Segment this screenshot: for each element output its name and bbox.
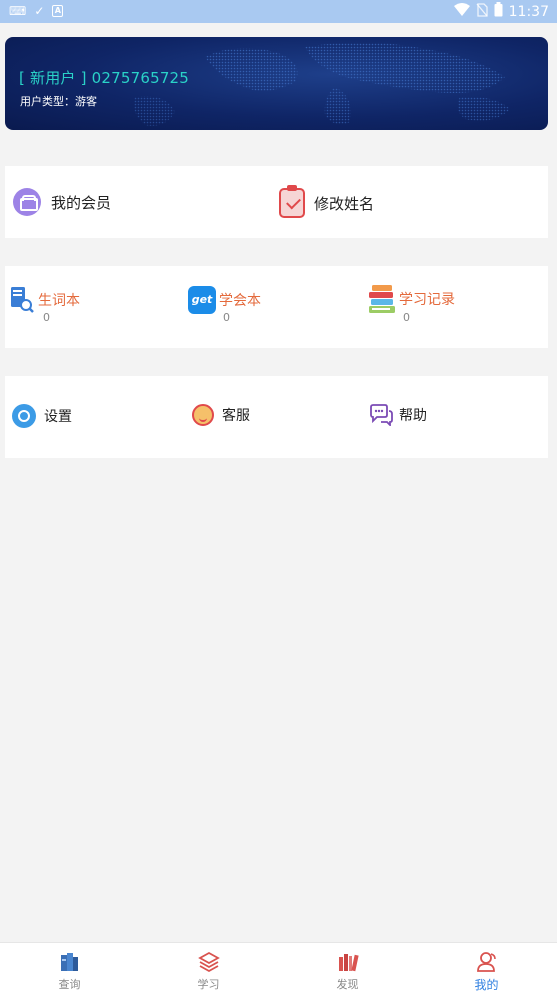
tab-mine-label: 我的 <box>474 978 499 992</box>
tab-study-label: 学习 <box>197 978 220 991</box>
settings-button[interactable]: 设置 <box>12 404 72 428</box>
vocabulary-book-count: 0 <box>43 311 50 324</box>
customer-service-button[interactable]: 客服 <box>192 404 250 426</box>
keyboard-icon: ⌨ <box>9 4 27 18</box>
study-record-label: 学习记录 <box>399 292 455 308</box>
learned-book-count: 0 <box>223 311 230 324</box>
my-membership-label: 我的会员 <box>51 193 112 212</box>
tab-search[interactable]: 查询 <box>0 943 139 995</box>
search-books-icon <box>59 951 81 973</box>
books-stack-icon <box>368 284 396 314</box>
clock: 11:37 <box>508 3 549 20</box>
membership-icon <box>13 188 41 216</box>
status-bar-notifications: ⌨ ✓ A <box>9 3 64 19</box>
rename-label: 修改姓名 <box>314 194 375 213</box>
chat-bubble-icon <box>368 404 394 428</box>
help-label: 帮助 <box>399 408 427 424</box>
user-type: 用户类型：游客 <box>20 93 97 109</box>
tab-search-label: 查询 <box>58 978 81 991</box>
profile-banner: [ 新用户 ] 0275765725 用户类型：游客 <box>5 37 548 130</box>
battery-icon <box>494 2 503 21</box>
user-id-label: [ 新用户 ] 0275765725 <box>19 69 190 87</box>
vocabulary-book-icon <box>10 286 34 314</box>
study-record-button[interactable]: 学习记录 <box>368 284 455 314</box>
wifi-icon <box>453 3 470 20</box>
get-icon: get <box>188 286 216 314</box>
no-sim-icon <box>476 2 488 21</box>
learned-book-label: 学会本 <box>219 293 261 309</box>
user-type-value: 游客 <box>75 95 97 108</box>
customer-service-label: 客服 <box>222 408 250 424</box>
help-button[interactable]: 帮助 <box>368 404 427 428</box>
study-record-count: 0 <box>403 311 410 324</box>
tab-discover-label: 发现 <box>336 978 359 991</box>
customer-service-icon <box>192 404 214 426</box>
settings-label: 设置 <box>44 409 72 425</box>
tab-mine[interactable]: 我的 <box>417 943 556 995</box>
rename-button[interactable]: 修改姓名 <box>279 185 375 218</box>
my-membership-button[interactable]: 我的会员 <box>13 188 111 216</box>
user-type-label: 用户类型： <box>20 95 75 108</box>
gear-icon <box>12 404 36 428</box>
account-card: 我的会员 修改姓名 <box>5 166 548 238</box>
layers-icon <box>197 951 220 973</box>
clipboard-check-icon <box>279 185 305 218</box>
user-icon <box>476 951 498 973</box>
status-bar-system: 11:37 <box>453 2 549 21</box>
learned-book-button[interactable]: get 学会本 <box>188 286 261 314</box>
misc-card: 设置 客服 帮助 <box>5 376 548 458</box>
vocabulary-book-label: 生词本 <box>38 293 80 309</box>
study-card: 生词本 0 get 学会本 0 学习记录 0 <box>5 266 548 348</box>
tab-discover[interactable]: 发现 <box>278 943 417 995</box>
vocabulary-book-button[interactable]: 生词本 <box>10 286 80 314</box>
books-icon <box>337 951 359 973</box>
tab-study[interactable]: 学习 <box>139 943 278 995</box>
text-icon: A <box>52 5 64 17</box>
download-icon: ✓ <box>34 4 45 18</box>
status-bar: ⌨ ✓ A 11:37 <box>0 0 557 23</box>
bottom-tab-bar: 查询 学习 发现 我的 <box>0 942 557 995</box>
